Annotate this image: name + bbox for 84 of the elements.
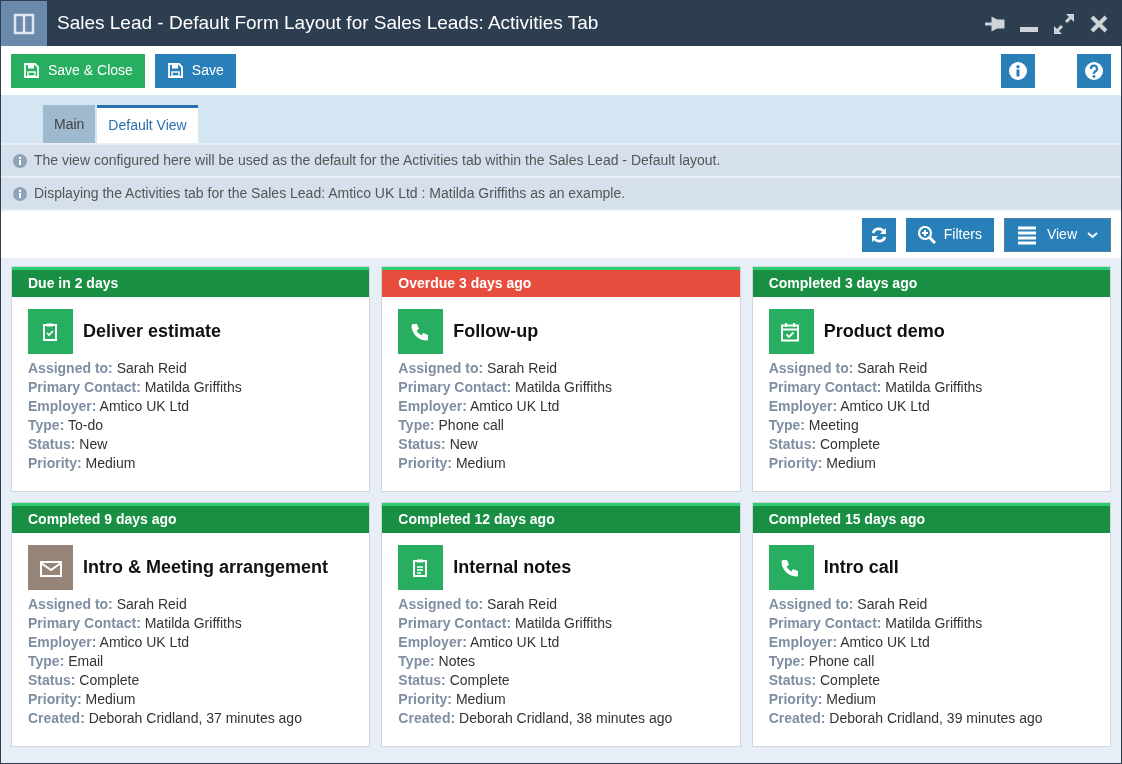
activity-field: Type: Notes (398, 652, 724, 671)
activity-title: Intro call (823, 556, 899, 579)
activity-field: Employer: Amtico UK Ltd (768, 633, 1094, 652)
save-icon (23, 62, 40, 79)
activity-field: Type: Email (28, 652, 354, 671)
view-dropdown-button[interactable]: View (1003, 217, 1111, 252)
filters-button[interactable]: Filters (905, 217, 994, 252)
activity-field: Assigned to: Sarah Reid (398, 359, 724, 378)
activity-title: Product demo (823, 320, 945, 343)
activity-title: Follow-up (453, 320, 539, 343)
tab[interactable]: Main (43, 105, 96, 143)
window-title: Sales Lead - Default Form Layout for Sales Leads: Activities Tab (56, 11, 600, 36)
tab[interactable]: Default View (97, 105, 198, 143)
activity-field: Status: Complete (768, 671, 1094, 690)
help-icon (1085, 61, 1103, 80)
status-header: Due in 2 days (12, 267, 370, 297)
save-icon (166, 62, 184, 79)
activity-card[interactable] (751, 502, 1111, 747)
activity-card[interactable]: Completed 3 days ago Product demo Assigned to: Sarah Reid Primary Contact: Matilda Griffiths Employer: Amtico UK Ltd Type: Meeting Status: Complete Priority: Medium (751, 266, 1111, 492)
activity-field: Created: Deborah Cridland, 39 minutes ago (768, 709, 1094, 728)
activity-field: Primary Contact: Matilda Griffiths (768, 614, 1094, 633)
activity-field: Assigned to: Sarah Reid (28, 359, 354, 378)
caret-icon (1087, 230, 1098, 239)
activity-field: Primary Contact: Matilda Griffiths (398, 614, 724, 633)
activity-field: Status: New (28, 435, 354, 454)
activity-field: Priority: Medium (28, 690, 354, 709)
activity-field: Priority: Medium (28, 454, 354, 473)
zoom-in-icon (917, 225, 936, 244)
activity-field: Priority: Medium (768, 690, 1094, 709)
activity-title: Deliver estimate (83, 320, 222, 343)
info-button[interactable] (1001, 53, 1035, 88)
activity-field: Status: Complete (768, 435, 1094, 454)
notice-text: The view configured here will be used as the default for the Activities tab within the Sales Lead - Default layout. (34, 151, 721, 170)
panels-icon (13, 12, 35, 35)
activity-field: Primary Contact: Matilda Griffiths (28, 378, 354, 397)
activity-field: Assigned to: Sarah Reid (398, 595, 724, 614)
activity-field: Assigned to: Sarah Reid (768, 359, 1094, 378)
activity-card[interactable]: Overdue 3 days ago Follow-up Assigned to: Sarah Reid Primary Contact: Matilda Griffiths Employer: Amtico UK Ltd Type: Phone call Status: New Priority: Medium (381, 266, 741, 492)
activity-field: Employer: Amtico UK Ltd (398, 397, 724, 416)
activity-card[interactable] (381, 502, 741, 747)
refresh-icon (869, 225, 888, 244)
activity-title: Internal notes (453, 556, 572, 579)
close-icon[interactable] (1089, 13, 1109, 34)
activity-field: Priority: Medium (398, 454, 724, 473)
activity-field: Employer: Amtico UK Ltd (768, 397, 1094, 416)
activity-field: Status: Complete (28, 671, 354, 690)
activity-card[interactable]: Due in 2 days Deliver estimate Assigned to: Sarah Reid Primary Contact: Matilda Griffiths Employer: Amtico UK Ltd Type: To-do Status: New Priority: Medium (11, 266, 371, 492)
activity-field: Assigned to: Sarah Reid (28, 595, 354, 614)
activity-field: Type: To-do (28, 416, 354, 435)
activity-field: Employer: Amtico UK Ltd (28, 397, 354, 416)
activity-field: Employer: Amtico UK Ltd (398, 633, 724, 652)
activity-field: Priority: Medium (398, 690, 724, 709)
refresh-button[interactable] (861, 217, 896, 252)
help-button[interactable] (1077, 53, 1111, 88)
save-button[interactable]: Save (154, 53, 236, 88)
activity-field: Priority: Medium (768, 454, 1094, 473)
activity-field: Employer: Amtico UK Ltd (28, 633, 354, 652)
activity-field: Type: Phone call (768, 652, 1094, 671)
activity-card[interactable] (11, 502, 371, 747)
info-icon (13, 186, 27, 201)
notice-text: Displaying the Activities tab for the Sales Lead: Amtico UK Ltd : Matilda Griffiths as an example. (34, 184, 626, 203)
activity-field: Primary Contact: Matilda Griffiths (768, 378, 1094, 397)
info-icon (1009, 61, 1027, 80)
activity-title: Intro & Meeting arrangement (83, 556, 329, 579)
maximize-icon[interactable] (1053, 12, 1075, 35)
activity-field: Assigned to: Sarah Reid (768, 595, 1094, 614)
status-header: Completed 9 days ago (12, 503, 370, 533)
activity-field: Primary Contact: Matilda Griffiths (398, 378, 724, 397)
save-close-button[interactable]: Save & Close (11, 53, 145, 88)
status-header: Overdue 3 days ago (382, 267, 740, 297)
activity-field: Type: Phone call (398, 416, 724, 435)
status-header: Completed 12 days ago (382, 503, 740, 533)
status-header: Completed 15 days ago (752, 503, 1110, 533)
activity-field: Type: Meeting (768, 416, 1094, 435)
status-header: Completed 3 days ago (752, 267, 1110, 297)
layout-icon-tile[interactable] (1, 1, 47, 46)
list-icon (1016, 224, 1037, 245)
activity-field: Created: Deborah Cridland, 38 minutes ago (398, 709, 724, 728)
activity-field: Created: Deborah Cridland, 37 minutes ago (28, 709, 354, 728)
activity-field: Status: New (398, 435, 724, 454)
activity-field: Primary Contact: Matilda Griffiths (28, 614, 354, 633)
activity-field: Status: Complete (398, 671, 724, 690)
info-icon (13, 153, 27, 168)
pin-icon[interactable] (983, 14, 1005, 33)
